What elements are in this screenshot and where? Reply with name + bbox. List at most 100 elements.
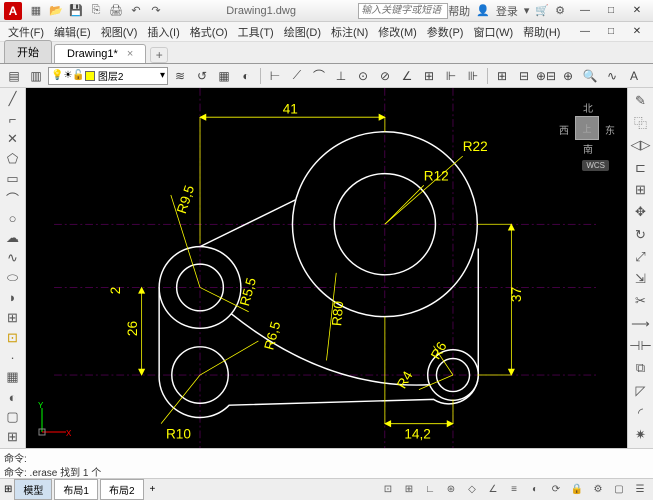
tab-drawing1[interactable]: Drawing1* × xyxy=(54,44,146,63)
chevron-down-icon[interactable]: ▾ xyxy=(524,4,530,17)
search-input[interactable] xyxy=(358,3,448,19)
minimize-button[interactable]: — xyxy=(573,3,597,19)
app-logo[interactable]: A xyxy=(4,2,22,20)
new-icon[interactable]: ▦ xyxy=(28,3,44,19)
dim-space-icon[interactable]: ⊞ xyxy=(492,66,512,86)
ellipse-arc-tool[interactable]: ◗ xyxy=(2,288,24,307)
line-tool[interactable]: ╱ xyxy=(2,90,24,109)
polyline-tool[interactable]: ⌐ xyxy=(2,110,24,129)
break-tool[interactable]: ⊣⊢ xyxy=(630,335,652,356)
otrack-icon[interactable]: ∠ xyxy=(484,481,502,499)
menu-modify[interactable]: 修改(M) xyxy=(374,22,421,42)
scale-tool[interactable]: ⤢ xyxy=(630,246,652,267)
tab-add-icon[interactable]: + xyxy=(150,484,156,495)
lineweight-icon[interactable]: ≡ xyxy=(505,481,523,499)
viewcube-north[interactable]: 北 xyxy=(583,100,593,115)
ellipse-tool[interactable]: ⬭ xyxy=(2,269,24,288)
save-icon[interactable]: 💾 xyxy=(68,3,84,19)
menu-view[interactable]: 视图(V) xyxy=(97,22,142,42)
dim-aligned-icon[interactable]: ⟋ xyxy=(287,66,307,86)
point-tool[interactable]: · xyxy=(2,348,24,367)
menu-file[interactable]: 文件(F) xyxy=(4,22,48,42)
tab-close-icon[interactable]: × xyxy=(127,48,133,60)
dim-angular-icon[interactable]: ∠ xyxy=(397,66,417,86)
tab-add-button[interactable]: + xyxy=(150,47,168,63)
redo-icon[interactable]: ↷ xyxy=(148,3,164,19)
viewcube-top[interactable]: 上 xyxy=(575,116,599,140)
spline-tool[interactable]: ∿ xyxy=(2,249,24,268)
polar-icon[interactable]: ⊛ xyxy=(442,481,460,499)
viewcube-south[interactable]: 南 xyxy=(583,141,593,156)
menu-param[interactable]: 参数(P) xyxy=(423,22,468,42)
viewcube[interactable]: 北 西 东 南 上 xyxy=(557,98,617,158)
menu-tools[interactable]: 工具(T) xyxy=(234,22,278,42)
menu-edit[interactable]: 编辑(E) xyxy=(50,22,95,42)
xline-tool[interactable]: ✕ xyxy=(2,130,24,149)
center-mark-icon[interactable]: ⊕ xyxy=(558,66,578,86)
dim-break-icon[interactable]: ⊟ xyxy=(514,66,534,86)
gear-icon[interactable]: ⚙ xyxy=(555,4,565,17)
block-tool[interactable]: ⊡ xyxy=(2,328,24,347)
erase-tool[interactable]: ✎ xyxy=(630,90,652,111)
wcs-badge[interactable]: WCS xyxy=(582,160,609,171)
insert-tool[interactable]: ⊞ xyxy=(2,308,24,327)
menu-insert[interactable]: 插入(I) xyxy=(143,22,183,42)
circle-tool[interactable]: ○ xyxy=(2,209,24,228)
transparency-icon[interactable]: ◐ xyxy=(526,481,544,499)
menu-draw[interactable]: 绘图(D) xyxy=(280,22,325,42)
mirror-tool[interactable]: ◁▷ xyxy=(630,135,652,156)
status-tab-layout2[interactable]: 布局2 xyxy=(100,479,144,500)
arc-tool[interactable]: ⌒ xyxy=(2,189,24,208)
region-tool[interactable]: ▢ xyxy=(2,407,24,426)
cart-icon[interactable]: 🛒 xyxy=(535,4,549,17)
move-tool[interactable]: ✥ xyxy=(630,202,652,223)
menu-window[interactable]: 窗口(W) xyxy=(469,22,517,42)
clean-icon[interactable]: ▢ xyxy=(610,481,628,499)
stretch-tool[interactable]: ⇲ xyxy=(630,269,652,290)
workspace-icon[interactable]: ⚙ xyxy=(589,481,607,499)
fillet-tool[interactable]: ◜ xyxy=(630,402,652,423)
user-icon[interactable]: 👤 xyxy=(476,4,490,17)
dim-edit-icon[interactable]: ∿ xyxy=(602,66,622,86)
hatch-tool[interactable]: ▦ xyxy=(2,368,24,387)
tab-start[interactable]: 开始 xyxy=(4,40,52,63)
layer-utils-icon[interactable]: ▥ xyxy=(26,66,46,86)
inspect-icon[interactable]: 🔍 xyxy=(580,66,600,86)
grid-toggle-icon[interactable]: ⊞ xyxy=(400,481,418,499)
viewcube-east[interactable]: 东 xyxy=(605,122,615,137)
polygon-tool[interactable]: ⬠ xyxy=(2,149,24,168)
viewcube-west[interactable]: 西 xyxy=(559,122,569,137)
osnap-icon[interactable]: ◇ xyxy=(463,481,481,499)
doc-maximize-button[interactable]: □ xyxy=(599,24,623,40)
status-tab-model[interactable]: 模型 xyxy=(14,479,52,500)
open-icon[interactable]: 📂 xyxy=(48,3,64,19)
command-line[interactable]: 命令: 命令: .erase 找到 1 个 xyxy=(0,448,653,478)
menu-format[interactable]: 格式(O) xyxy=(186,22,232,42)
dim-continue-icon[interactable]: ⊪ xyxy=(463,66,483,86)
cycle-icon[interactable]: ⟳ xyxy=(547,481,565,499)
login-link[interactable]: 登录 xyxy=(496,3,518,19)
saveas-icon[interactable]: ⎘ xyxy=(88,3,104,19)
dim-baseline-icon[interactable]: ⊩ xyxy=(441,66,461,86)
dim-diameter-icon[interactable]: ⊘ xyxy=(375,66,395,86)
grid-icon[interactable]: ⊞ xyxy=(4,484,12,495)
status-tab-layout1[interactable]: 布局1 xyxy=(54,479,98,500)
layer-match-icon[interactable]: ≋ xyxy=(170,66,190,86)
menu-help[interactable]: 帮助(H) xyxy=(519,22,564,42)
help-link[interactable]: 帮助 xyxy=(448,3,470,19)
copy-tool[interactable]: ⿻ xyxy=(630,112,652,133)
dim-radius-icon[interactable]: ⊙ xyxy=(353,66,373,86)
chamfer-tool[interactable]: ◸ xyxy=(630,380,652,401)
menu-dim[interactable]: 标注(N) xyxy=(327,22,372,42)
explode-tool[interactable]: ✷ xyxy=(630,425,652,446)
doc-close-button[interactable]: ✕ xyxy=(625,24,649,40)
customize-icon[interactable]: ☰ xyxy=(631,481,649,499)
layer-props-icon[interactable]: ▤ xyxy=(4,66,24,86)
layer-state-icon[interactable]: ▦ xyxy=(214,66,234,86)
table-tool[interactable]: ⊞ xyxy=(2,427,24,446)
revcloud-tool[interactable]: ☁ xyxy=(2,229,24,248)
offset-tool[interactable]: ⊏ xyxy=(630,157,652,178)
dim-quick-icon[interactable]: ⊞ xyxy=(419,66,439,86)
maximize-button[interactable]: □ xyxy=(599,3,623,19)
dim-arc-icon[interactable]: ⌒ xyxy=(309,66,329,86)
